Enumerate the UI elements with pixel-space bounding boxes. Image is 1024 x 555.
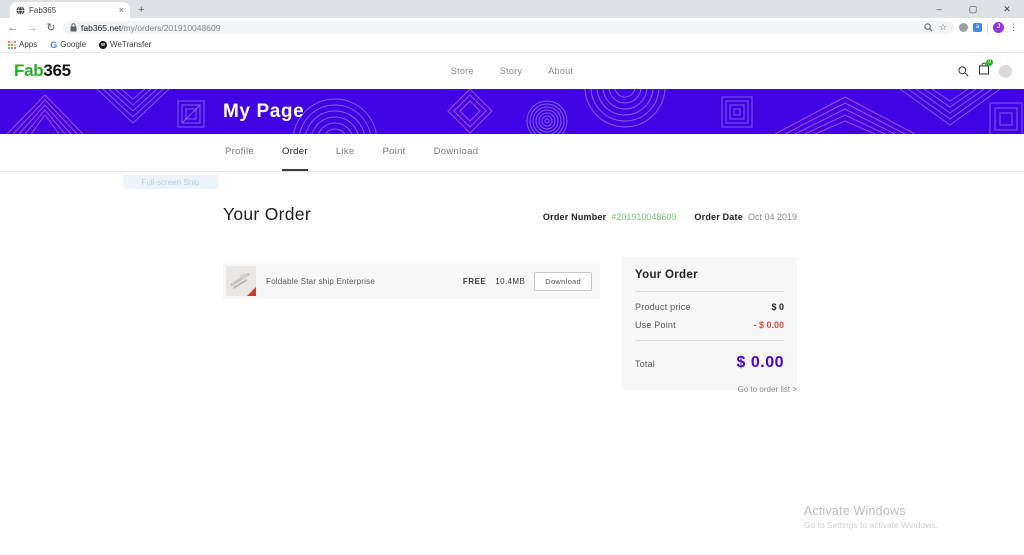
translate-extension-icon[interactable]: a [973, 23, 982, 32]
tab-title: Fab365 [29, 6, 115, 15]
item-name: Foldable Star ship Enterprise [266, 277, 375, 286]
watermark-line1: Activate Windows [804, 504, 938, 518]
order-meta: Order Number #201910048609 Order Date Oct … [543, 212, 797, 222]
cart-badge: 0 [986, 59, 993, 66]
back-icon[interactable]: ← [6, 22, 20, 34]
reload-icon[interactable]: ↻ [44, 21, 58, 34]
item-thumbnail [226, 266, 256, 296]
window-close-button[interactable]: ✕ [990, 0, 1024, 18]
apps-grid-icon [8, 41, 16, 49]
nav-about[interactable]: About [548, 66, 573, 76]
product-price-value: $ 0 [771, 302, 784, 312]
item-price: FREE [463, 277, 486, 286]
watermark-line2: Go to Settings to activate Windows. [804, 520, 938, 530]
browser-titlebar: Fab365 × + – ▢ ✕ [0, 0, 1024, 18]
nav-story[interactable]: Story [500, 66, 523, 76]
browser-tab[interactable]: Fab365 × [10, 2, 130, 18]
order-summary-card: Your Order Product price $ 0 Use Point -… [622, 257, 797, 390]
bookmark-wetransfer[interactable]: w WeTransfer [99, 40, 151, 49]
use-point-value: - $ 0.00 [753, 320, 784, 330]
fab365-logo[interactable]: Fab365 [14, 61, 71, 81]
thumbnail-corner-badge [247, 287, 256, 296]
use-point-label: Use Point [635, 320, 676, 330]
tab-like[interactable]: Like [336, 134, 355, 171]
total-label: Total [635, 359, 655, 369]
toolbar-divider [987, 23, 988, 33]
tab-point[interactable]: Point [382, 134, 405, 171]
bookmark-wetransfer-label: WeTransfer [110, 40, 151, 49]
tab-close-icon[interactable]: × [119, 6, 124, 15]
user-avatar[interactable] [999, 65, 1012, 78]
order-detail-content: Full-screen Snip Your Order Order Number… [0, 172, 1024, 554]
order-item-row: Foldable Star ship Enterprise FREE 10.4M… [223, 263, 600, 299]
fullscreen-snip-tooltip: Full-screen Snip [123, 175, 218, 189]
google-g-icon: G [50, 40, 57, 50]
download-button[interactable]: Download [534, 272, 592, 291]
browser-profile-avatar[interactable]: J [993, 22, 1004, 33]
activate-windows-watermark: Activate Windows Go to Settings to activ… [804, 504, 938, 530]
bookmark-star-icon[interactable]: ☆ [939, 23, 947, 32]
site-favicon-globe-icon [16, 6, 25, 15]
chrome-menu-icon[interactable]: ⋮ [1009, 22, 1018, 33]
bookmark-google[interactable]: G Google [50, 40, 86, 50]
lock-icon [70, 23, 77, 32]
bookmarks-bar: Apps G Google w WeTransfer [0, 37, 1024, 53]
order-heading: Your Order [223, 204, 311, 225]
wetransfer-icon: w [99, 41, 107, 49]
my-page-banner: My Page [0, 89, 1024, 134]
window-minimize-button[interactable]: – [922, 0, 956, 18]
order-date-value: Oct 04 2019 [748, 212, 797, 222]
nav-store[interactable]: Store [451, 66, 474, 76]
summary-title: Your Order [635, 269, 784, 281]
window-maximize-button[interactable]: ▢ [956, 0, 990, 18]
order-date: Order Date Oct 04 2019 [694, 212, 797, 222]
tab-profile[interactable]: Profile [225, 134, 254, 171]
forward-icon[interactable]: → [25, 22, 39, 34]
main-nav: Store Story About [451, 66, 574, 76]
product-price-label: Product price [635, 302, 691, 312]
logo-fab: Fab [14, 61, 43, 80]
my-page-tabnav: Profile Order Like Point Download [0, 134, 1024, 172]
summary-divider-2 [635, 340, 784, 341]
banner-decoration [0, 89, 1024, 134]
url-bar[interactable]: fab365.net/my/orders/201910048609 ☆ [63, 21, 954, 34]
url-path: /my/orders/201910048609 [121, 23, 220, 33]
order-number-label: Order Number [543, 212, 606, 222]
tab-download[interactable]: Download [434, 134, 479, 171]
order-date-label: Order Date [694, 212, 743, 222]
url-domain: fab365.net [81, 23, 121, 33]
page-title: My Page [223, 101, 304, 123]
total-value: $ 0.00 [737, 354, 784, 372]
search-icon[interactable] [958, 66, 969, 77]
new-tab-button[interactable]: + [138, 4, 144, 16]
summary-divider [635, 291, 784, 292]
url-text: fab365.net/my/orders/201910048609 [81, 23, 220, 33]
cart-button[interactable]: 0 [978, 62, 990, 80]
logo-365: 365 [43, 61, 70, 80]
bookmark-apps[interactable]: Apps [8, 40, 37, 49]
bookmark-apps-label: Apps [19, 40, 37, 49]
item-file-size: 10.4MB [495, 277, 525, 286]
omnibox-zoom-icon[interactable] [924, 23, 933, 32]
bookmark-google-label: Google [60, 40, 86, 49]
order-number: Order Number #201910048609 [543, 212, 677, 222]
order-number-value: #201910048609 [611, 212, 676, 222]
tab-order[interactable]: Order [282, 134, 308, 171]
extension-icon[interactable] [959, 23, 968, 32]
go-to-order-list-link[interactable]: Go to order list > [622, 385, 797, 394]
browser-toolbar: ← → ↻ fab365.net/my/orders/201910048609 … [0, 18, 1024, 37]
site-header: Fab365 Store Story About 0 [0, 53, 1024, 89]
